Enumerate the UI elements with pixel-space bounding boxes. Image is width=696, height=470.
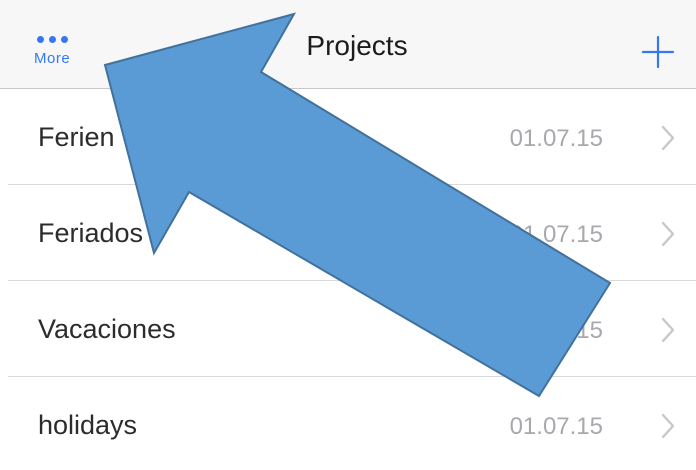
project-list: Ferien 01.07.15 Feriados 01.07.15 Vacaci… <box>0 89 696 470</box>
project-date: 01.07.15 <box>509 413 603 440</box>
project-date: 01.07.15 <box>509 125 603 152</box>
navigation-bar: More Projects <box>0 0 696 89</box>
list-item[interactable]: holidays 01.07.15 <box>0 377 696 470</box>
projects-screen: More Projects Ferien 01.07.15 Feriados 0… <box>0 0 696 470</box>
project-date: 01.07.15 <box>509 221 603 248</box>
list-item[interactable]: Ferien 01.07.15 <box>0 89 696 185</box>
chevron-right-icon <box>661 125 675 151</box>
project-name: holidays <box>38 410 138 440</box>
list-item[interactable]: Feriados 01.07.15 <box>0 185 696 281</box>
chevron-right-icon <box>661 317 675 343</box>
add-project-button[interactable] <box>640 34 676 70</box>
project-name: Ferien <box>38 122 115 152</box>
page-title: Projects <box>306 30 408 61</box>
chevron-right-icon <box>661 221 675 247</box>
project-name: Vacaciones <box>38 314 176 344</box>
chevron-right-icon <box>661 413 675 439</box>
project-date: 01.07.15 <box>509 317 603 344</box>
plus-icon <box>641 35 675 69</box>
project-name: Feriados <box>38 218 144 248</box>
list-item[interactable]: Vacaciones 01.07.15 <box>0 281 696 377</box>
